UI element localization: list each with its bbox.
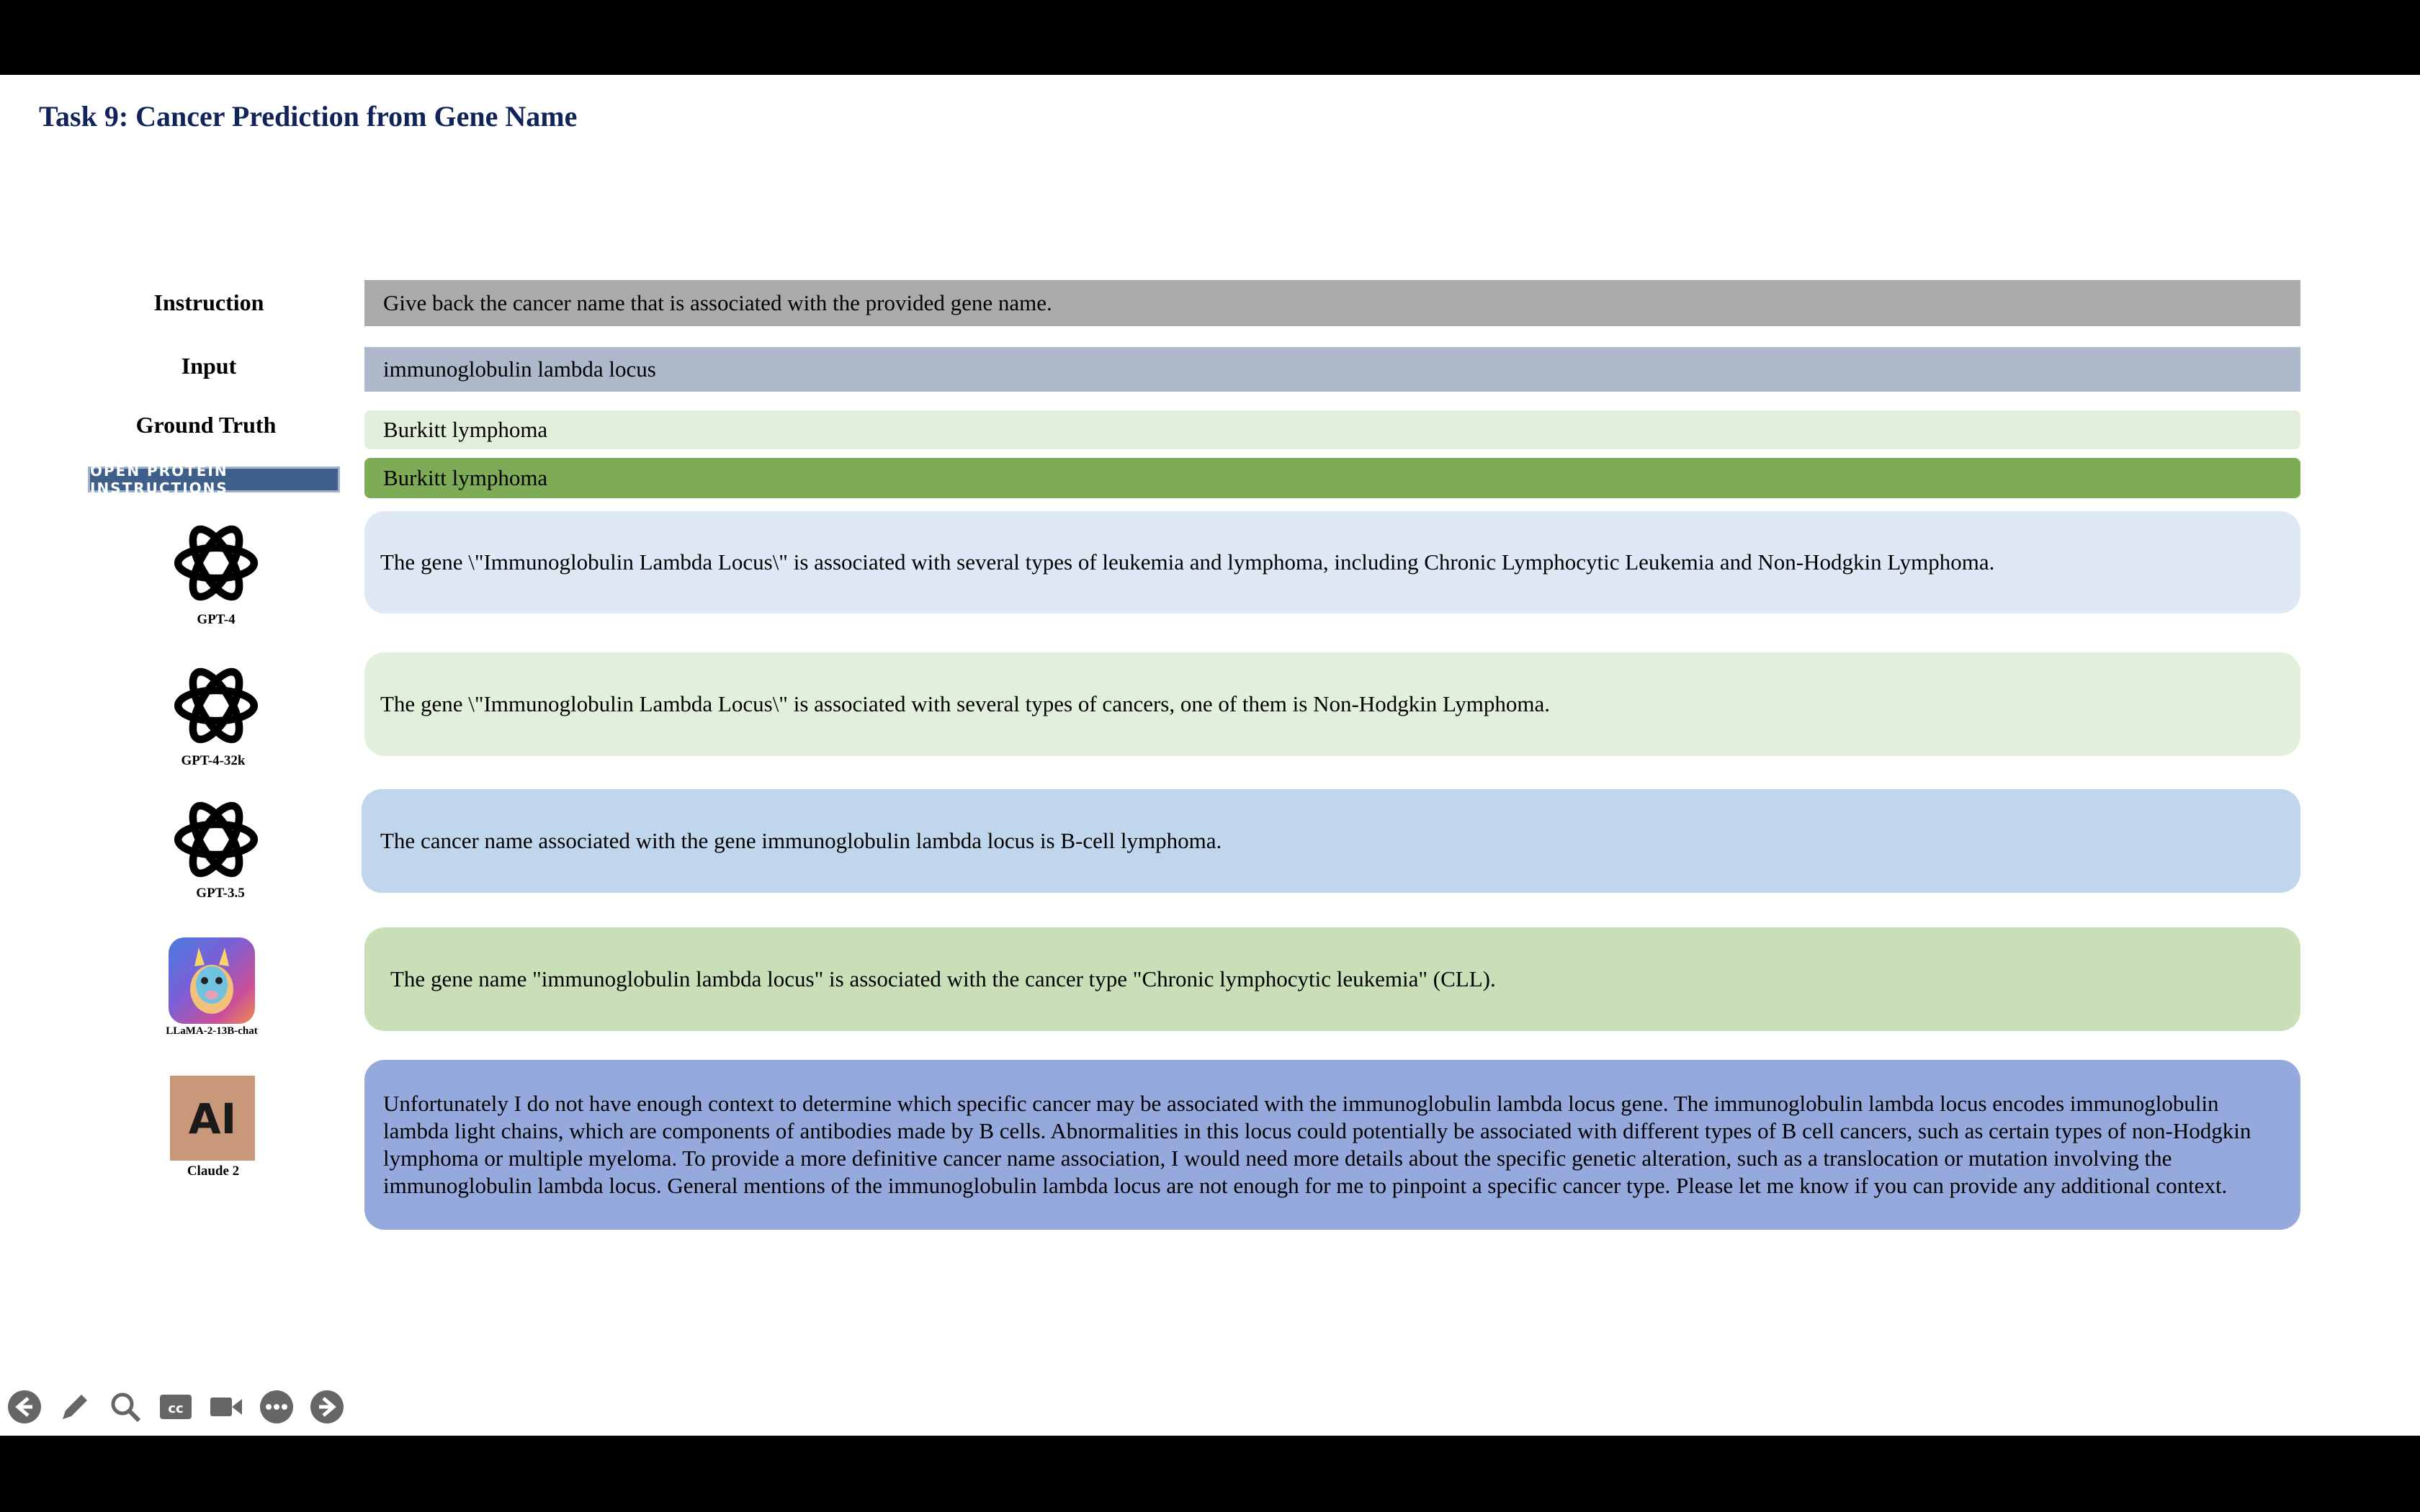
pen-icon[interactable] (55, 1387, 95, 1427)
claude-caption: Claude 2 (187, 1164, 240, 1179)
instruction-box: Give back the cancer name that is associ… (364, 280, 2300, 326)
slide: Task 9: Cancer Prediction from Gene Name… (0, 75, 2420, 1436)
llama-logo-icon (169, 937, 255, 1024)
gpt35-answer-text: The cancer name associated with the gene… (380, 828, 1222, 853)
presentation-toolbar: cc (0, 1387, 347, 1427)
back-arrow-icon[interactable] (4, 1387, 45, 1427)
ground-truth-label: Ground Truth (135, 412, 277, 438)
gpt4-32k-answer-box: The gene \"Immunoglobulin Lambda Locus\"… (364, 652, 2300, 756)
opi-logo: OPEN PROTEIN INSTRUCTIONS (88, 462, 340, 497)
openai-logo-icon (174, 667, 259, 744)
instruction-text: Give back the cancer name that is associ… (383, 290, 1052, 315)
svg-text:AI: AI (189, 1094, 236, 1143)
input-label: Input (181, 353, 237, 379)
video-icon[interactable] (206, 1387, 246, 1427)
openai-logo-icon (174, 801, 259, 878)
input-box: immunoglobulin lambda locus (364, 347, 2300, 392)
slide-title: Task 9: Cancer Prediction from Gene Name (39, 100, 578, 132)
ground-truth-box: Burkitt lymphoma (364, 410, 2300, 449)
gpt4-32k-answer-text: The gene \"Immunoglobulin Lambda Locus\"… (380, 691, 1551, 716)
zoom-icon[interactable] (105, 1387, 145, 1427)
gpt35-answer-box: The cancer name associated with the gene… (362, 789, 2300, 893)
opi-logo-text: OPEN PROTEIN INSTRUCTIONS (90, 462, 228, 497)
ground-truth-text: Burkitt lymphoma (383, 417, 548, 442)
gpt4-answer-box: The gene \"Immunoglobulin Lambda Locus\"… (364, 511, 2300, 613)
input-text: immunoglobulin lambda locus (383, 356, 656, 382)
opi-answer-box: Burkitt lymphoma (364, 458, 2300, 498)
captions-icon[interactable]: cc (156, 1387, 196, 1427)
claude-logo-icon: AI (170, 1076, 255, 1161)
svg-text:cc: cc (168, 1401, 183, 1416)
llama-answer-box: The gene name "immunoglobulin lambda loc… (364, 927, 2300, 1031)
gpt4-32k-caption: GPT-4-32k (181, 753, 246, 768)
claude-answer-text: Unfortunately I do not have enough conte… (383, 1091, 2251, 1198)
llama-answer-text: The gene name "immunoglobulin lambda loc… (390, 966, 1496, 991)
gpt35-caption: GPT-3.5 (196, 886, 245, 901)
claude-answer-box: Unfortunately I do not have enough conte… (364, 1060, 2300, 1230)
more-icon[interactable] (256, 1387, 297, 1427)
gpt4-caption: GPT-4 (197, 612, 236, 627)
forward-arrow-icon[interactable] (307, 1387, 347, 1427)
instruction-label: Instruction (153, 289, 264, 315)
llama-caption: LLaMA-2-13B-chat (166, 1025, 258, 1037)
gpt4-answer-text: The gene \"Immunoglobulin Lambda Locus\"… (380, 549, 1995, 575)
openai-logo-icon (174, 525, 259, 601)
opi-answer-text: Burkitt lymphoma (383, 465, 548, 490)
